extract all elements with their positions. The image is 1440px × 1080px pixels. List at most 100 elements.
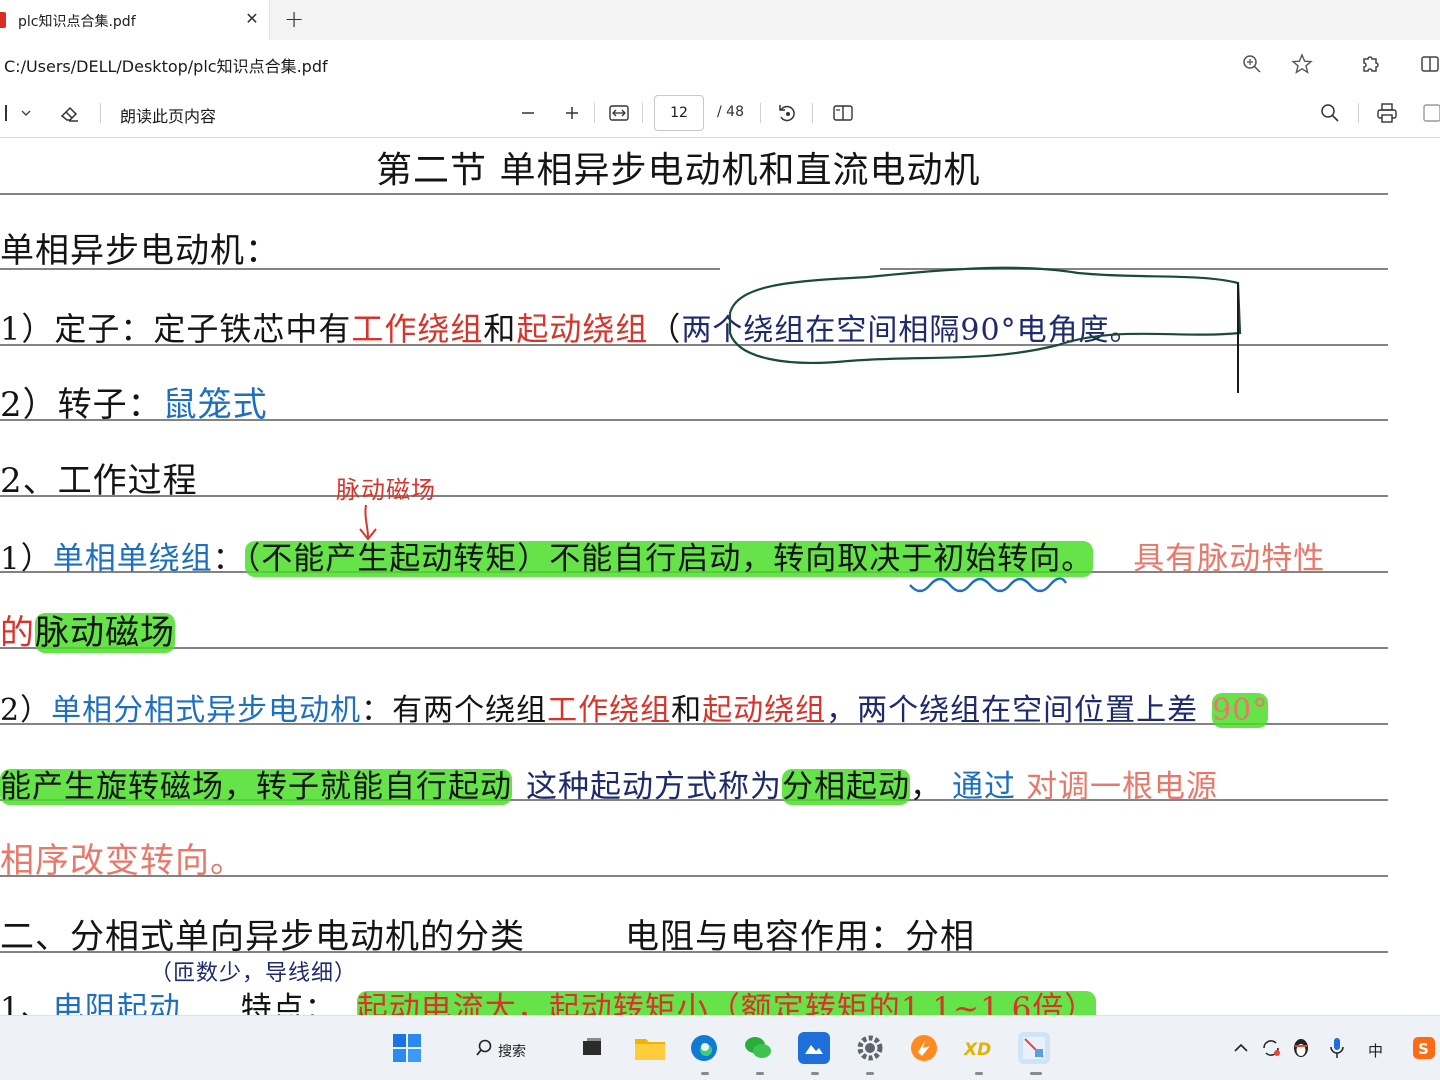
task-view-icon[interactable] bbox=[576, 1032, 608, 1064]
page-view-icon[interactable] bbox=[831, 101, 855, 125]
note-line-rotating-field: 能产生旋转磁场，转子就能自行起动 这种起动方式称为分相起动， 通过 对调一根电源 bbox=[0, 765, 1218, 809]
toolbar-divider bbox=[760, 103, 761, 123]
toolbar-divider bbox=[812, 103, 813, 123]
microphone-icon[interactable] bbox=[1324, 1032, 1350, 1064]
page-number-input[interactable]: 12 bbox=[654, 95, 704, 131]
file-explorer-icon[interactable] bbox=[634, 1032, 666, 1064]
taskbar-search-label[interactable]: 搜索 bbox=[498, 1041, 526, 1061]
note-text: ： bbox=[212, 541, 245, 577]
ruled-line bbox=[0, 647, 1388, 649]
eraser-icon[interactable] bbox=[58, 101, 82, 125]
wavy-underline bbox=[909, 577, 1068, 593]
running-indicator bbox=[811, 1072, 819, 1075]
favorite-star-icon[interactable] bbox=[1290, 52, 1314, 76]
note-line-split-phase: 2）单相分相式异步电动机：有两个绕组工作绕组和起动绕组，两个绕组在空间位置上差 9… bbox=[0, 689, 1269, 733]
running-indicator bbox=[975, 1072, 983, 1075]
toolbar-divider bbox=[642, 103, 643, 123]
image-viewer-icon[interactable] bbox=[1018, 1032, 1050, 1064]
note-text-blue: 通过 bbox=[952, 769, 1016, 805]
highlighted-text: （不能产生起动转矩）不能自行启动，转向取决于初始转向。 bbox=[244, 541, 1094, 577]
print-icon[interactable] bbox=[1375, 101, 1399, 125]
address-bar: C:/Users/DELL/Desktop/plc知识点合集.pdf bbox=[0, 40, 1440, 88]
browser-tab-active[interactable]: plc知识点合集.pdf ✕ bbox=[0, 0, 270, 40]
sync-icon[interactable] bbox=[1258, 1032, 1284, 1064]
note-text: ， bbox=[910, 769, 942, 805]
running-indicator bbox=[866, 1072, 874, 1075]
note-text: 2） bbox=[0, 693, 52, 728]
highlighted-text: 90° bbox=[1212, 693, 1269, 728]
running-indicator bbox=[701, 1072, 709, 1075]
note-text: （ bbox=[648, 310, 682, 348]
note-text-red: 工作绕组 bbox=[547, 693, 672, 728]
save-icon[interactable] bbox=[1420, 101, 1440, 125]
extensions-puzzle-icon[interactable] bbox=[1358, 52, 1382, 76]
wechat-icon[interactable] bbox=[742, 1032, 774, 1064]
note-text: ：有两个绕组 bbox=[361, 693, 548, 728]
rotate-icon[interactable] bbox=[775, 101, 799, 125]
firefox-icon[interactable] bbox=[908, 1032, 940, 1064]
note-text: 电阻与电容作用：分相 bbox=[625, 917, 975, 957]
highlighted-text: 能产生旋转磁场，转子就能自行起动 bbox=[0, 769, 512, 805]
zoom-in-plus-icon[interactable] bbox=[560, 101, 584, 125]
photos-icon[interactable] bbox=[798, 1032, 830, 1064]
note-line-single-winding: 1）单相单绕组：（不能产生起动转矩）不能自行启动，转向取决于初始转向。 具有脉动特… bbox=[0, 537, 1325, 581]
zoom-out-icon[interactable] bbox=[516, 101, 540, 125]
input-method-indicator[interactable]: 中 bbox=[1368, 1040, 1383, 1061]
note-text-pink: 对调一根电源 bbox=[1026, 769, 1218, 805]
small-annotation: （匝数少，导线细） bbox=[150, 961, 358, 986]
note-text-blue: 电阻起动 bbox=[52, 991, 181, 1015]
red-annotation: 脉动磁场 bbox=[336, 476, 436, 504]
browser-tab-strip: plc知识点合集.pdf ✕ + bbox=[0, 0, 1440, 40]
highlighted-text: 脉动磁场 bbox=[35, 613, 175, 653]
note-text-red: 的 bbox=[0, 613, 35, 653]
zoom-in-icon[interactable] bbox=[1240, 52, 1264, 76]
note-text-red: 工作绕组 bbox=[351, 310, 484, 348]
note-text: 和 bbox=[671, 693, 703, 728]
search-icon[interactable] bbox=[470, 1032, 498, 1064]
xd-app-icon[interactable]: XD bbox=[962, 1032, 994, 1064]
windows-start-icon[interactable] bbox=[391, 1032, 423, 1064]
tab-title: plc知识点合集.pdf bbox=[18, 14, 136, 30]
ruled-line bbox=[0, 193, 1388, 195]
section-heading: 单相异步电动机： bbox=[0, 231, 280, 271]
settings-gear-icon[interactable] bbox=[854, 1032, 886, 1064]
fit-to-width-icon[interactable] bbox=[607, 101, 631, 125]
page-title: 第二节 单相异步电动机和直流电动机 bbox=[376, 150, 981, 191]
pdf-page-content: 第二节 单相异步电动机和直流电动机 单相异步电动机： 1）定子：定子铁芯中有工作… bbox=[0, 139, 1440, 1015]
toolbar-divider bbox=[594, 103, 595, 123]
note-line-resistance-start: 1、电阻起动 特点： 起动电流大，起动转矩小（额定转矩的1.1~1.6倍） bbox=[0, 987, 1097, 1015]
note-text-red: 起动绕组 bbox=[702, 693, 827, 728]
chevron-up-icon[interactable] bbox=[1228, 1032, 1254, 1064]
note-text-blue: 单相分相式异步电动机 bbox=[51, 693, 362, 728]
note-text: 二、分相式单向异步电动机的分类 bbox=[0, 917, 525, 957]
draw-pen-icon[interactable] bbox=[0, 101, 14, 125]
svg-text:XD: XD bbox=[963, 1040, 991, 1060]
windows-taskbar: 搜索 XD 中 S bbox=[0, 1015, 1440, 1080]
sogou-input-icon[interactable]: S bbox=[1410, 1032, 1438, 1064]
url-text[interactable]: C:/Users/DELL/Desktop/plc知识点合集.pdf bbox=[4, 53, 328, 77]
toolbar-divider bbox=[100, 103, 101, 123]
note-line-rotor: 2）转子：鼠笼式 bbox=[0, 383, 268, 427]
note-text: 1） bbox=[0, 541, 53, 577]
find-search-icon[interactable] bbox=[1318, 101, 1342, 125]
note-text-navy: 这种起动方式称为 bbox=[526, 769, 782, 805]
new-tab-plus-icon[interactable]: + bbox=[281, 6, 307, 32]
svg-text:S: S bbox=[1418, 1040, 1429, 1058]
highlighted-text: 分相起动 bbox=[782, 769, 910, 805]
split-screen-icon[interactable] bbox=[1418, 52, 1440, 76]
page-total-label: / 48 bbox=[717, 104, 744, 120]
chevron-down-icon[interactable] bbox=[14, 101, 38, 125]
edge-browser-icon[interactable] bbox=[688, 1032, 720, 1064]
note-text: 特点： bbox=[240, 991, 337, 1015]
read-aloud-button[interactable]: 朗读此页内容 bbox=[120, 103, 216, 127]
qq-penguin-icon[interactable] bbox=[1288, 1032, 1314, 1064]
note-text-pink: 具有脉动特性 bbox=[1133, 541, 1326, 577]
ruled-line bbox=[0, 495, 1388, 497]
note-text: 1、 bbox=[0, 991, 53, 1015]
pdf-file-icon bbox=[0, 12, 6, 28]
pdf-toolbar: 朗读此页内容 12 / 48 bbox=[0, 88, 1440, 138]
close-tab-icon[interactable]: ✕ bbox=[242, 9, 262, 29]
running-indicator bbox=[756, 1072, 764, 1075]
note-text: 1）定子：定子铁芯中有 bbox=[0, 310, 352, 348]
running-indicator bbox=[1030, 1072, 1042, 1075]
